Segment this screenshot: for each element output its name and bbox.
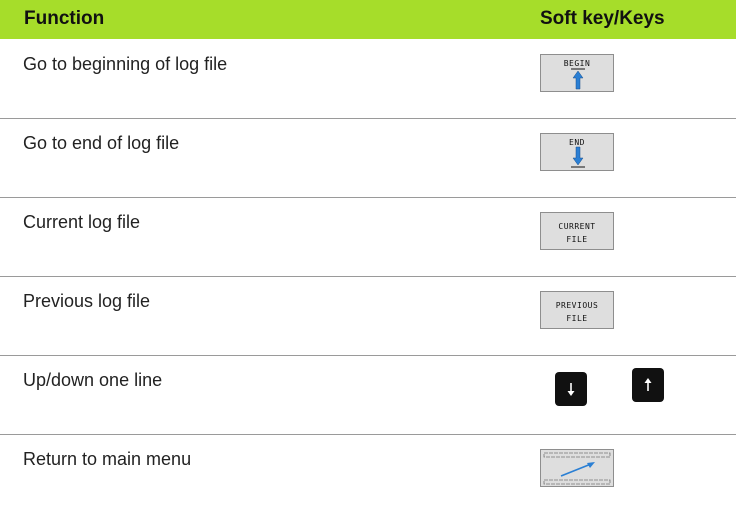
arrow-down-bar-icon (571, 146, 585, 168)
row-label: Return to main menu (23, 449, 192, 469)
table-row: Up/down one line (0, 356, 736, 435)
table-row: Previous log file PREVIOUS FILE (0, 277, 736, 356)
row-label: Go to beginning of log file (23, 54, 228, 74)
table-row: Go to beginning of log file BEGIN (0, 40, 736, 119)
arrow-down-key-icon (567, 383, 575, 396)
arrow-up-key-icon (644, 378, 652, 391)
header-function: Function (24, 8, 105, 29)
arrow-up-bar-icon (571, 68, 585, 90)
header-softkeys: Soft key/Keys (540, 8, 665, 29)
end-softkey[interactable]: END (540, 133, 614, 171)
table-header: Function Soft key/Keys (0, 0, 736, 39)
table-row: Return to main menu (0, 435, 736, 514)
main-menu-arrow-icon (543, 452, 611, 485)
main-menu-softkey[interactable] (540, 449, 614, 487)
row-label: Up/down one line (23, 370, 163, 390)
arrow-down-key[interactable] (555, 372, 587, 406)
table-row: Go to end of log file END (0, 119, 736, 198)
softkey-label-line2: FILE (566, 235, 588, 244)
softkey-label-line1: CURRENT (558, 222, 596, 231)
row-label: Go to end of log file (23, 133, 180, 153)
current-file-softkey[interactable]: CURRENT FILE (540, 212, 614, 250)
begin-softkey[interactable]: BEGIN (540, 54, 614, 92)
row-label: Current log file (23, 212, 141, 232)
softkey-label-line2: FILE (566, 314, 588, 323)
arrow-up-key[interactable] (632, 368, 664, 402)
row-label: Previous log file (23, 291, 151, 311)
previous-file-softkey[interactable]: PREVIOUS FILE (540, 291, 614, 329)
table-row: Current log file CURRENT FILE (0, 198, 736, 277)
softkey-label-line1: PREVIOUS (555, 301, 599, 310)
